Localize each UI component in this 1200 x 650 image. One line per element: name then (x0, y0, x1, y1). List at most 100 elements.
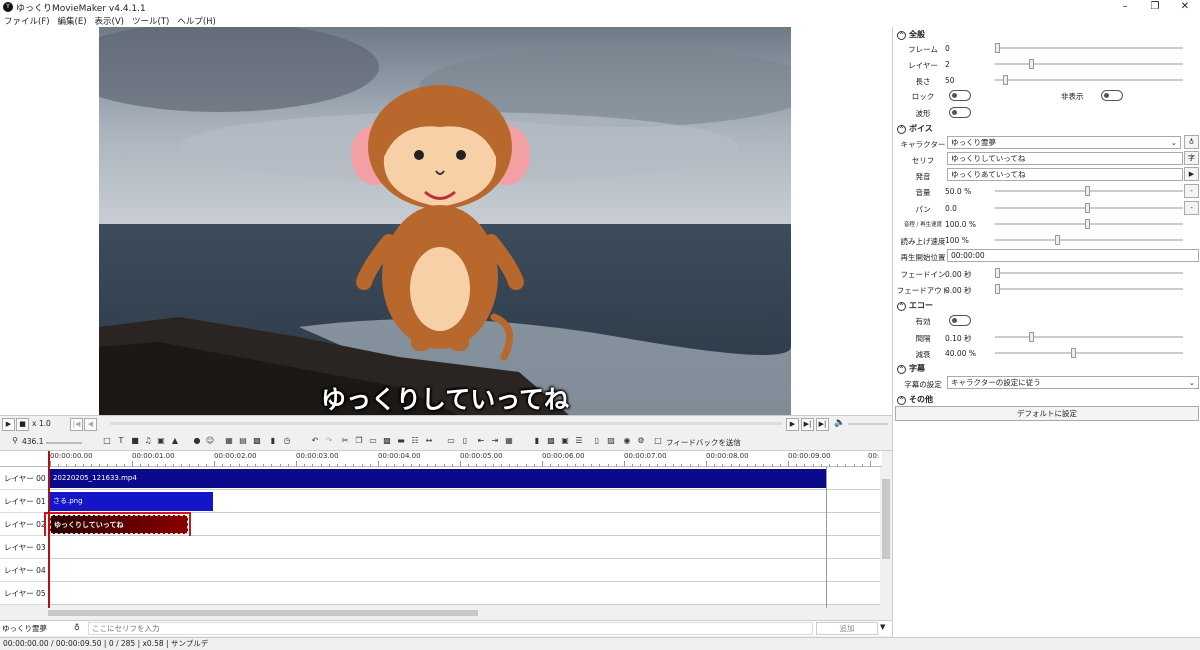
chevron-up-icon[interactable]: ^ (897, 125, 906, 134)
timeline-ruler[interactable]: 00:00:00.00 00:00:01.00 00:00:02.00 00:0… (48, 451, 882, 467)
chevron-up-icon[interactable]: ^ (897, 365, 906, 374)
effect-item-icon[interactable]: ▩ (252, 436, 262, 446)
cut-icon[interactable]: ✂ (340, 436, 350, 446)
video-item-icon[interactable]: ■ (130, 436, 140, 446)
lock-toggle[interactable] (949, 90, 971, 101)
save-as-icon[interactable]: ▣ (560, 436, 570, 446)
audio-item-icon[interactable]: ♫ (143, 436, 153, 446)
fadein-slider[interactable] (995, 268, 1183, 278)
close-button[interactable]: ✕ (1170, 0, 1200, 14)
layer-row-00[interactable]: 20220205_121633.mp4 (48, 467, 882, 490)
timeline-hscroll[interactable] (48, 608, 880, 618)
clock-icon[interactable]: ◷ (282, 436, 292, 446)
stop-button[interactable]: ■ (16, 418, 29, 431)
lock-icon[interactable]: ☷ (410, 436, 420, 446)
move-right-icon[interactable]: ⇥ (490, 436, 500, 446)
section-voice[interactable]: ^ ボイス (897, 123, 933, 134)
chevron-down-icon[interactable]: ▼ (880, 623, 885, 631)
pan-reset-button[interactable]: - (1184, 201, 1199, 215)
layer-row-03[interactable] (48, 536, 882, 559)
move-left-icon[interactable]: ⇤ (476, 436, 486, 446)
end-button[interactable]: ▶| (816, 418, 829, 431)
save-icon[interactable]: ▮ (268, 436, 278, 446)
menu-view[interactable]: 表示(V) (95, 15, 124, 27)
pages-icon[interactable]: ▨ (606, 436, 616, 446)
wave-toggle[interactable] (949, 107, 971, 118)
dictionary-button[interactable]: 字 (1184, 151, 1199, 165)
frame-slider[interactable] (995, 43, 1183, 53)
layer-label-02[interactable]: レイヤー 02 (0, 513, 48, 536)
export-icon[interactable]: ▩ (546, 436, 556, 446)
layer-label-01[interactable]: レイヤー 01 (0, 490, 48, 513)
minimize-button[interactable]: – (1110, 0, 1140, 14)
camera-icon[interactable]: ◉ (622, 436, 632, 446)
length-slider[interactable] (995, 75, 1183, 85)
readspeed-slider[interactable] (995, 235, 1183, 245)
prev-frame-button[interactable]: |◀ (70, 418, 83, 431)
gear-icon[interactable]: ⚙ (636, 436, 646, 446)
paste-icon[interactable]: ▭ (368, 436, 378, 446)
text-item-icon[interactable]: T (116, 436, 126, 446)
layer-row-01[interactable]: さる.png (48, 490, 882, 513)
layer-slider[interactable] (995, 59, 1183, 69)
feedback-icon[interactable]: □ (653, 436, 663, 446)
character-select[interactable]: ゆっくり霊夢 (2, 623, 72, 635)
layer-label-05[interactable]: レイヤー 05 (0, 582, 48, 605)
fadeout-slider[interactable] (995, 284, 1183, 294)
volume-reset-button[interactable]: - (1184, 184, 1199, 198)
person-icon[interactable]: ♁ (74, 623, 80, 632)
add-button[interactable]: 追加 (816, 622, 878, 635)
redo-icon[interactable]: ↷ (324, 436, 334, 446)
image-clip[interactable]: さる.png (50, 492, 213, 511)
subtitle-setting-dropdown[interactable]: キャラクターの設定に従う ⌄ (947, 376, 1199, 389)
file-icon[interactable]: ▮ (532, 436, 542, 446)
section-echo[interactable]: ^ エコー (897, 300, 933, 311)
timeline-vscroll[interactable] (880, 467, 892, 608)
step-back-button[interactable]: ◀ (84, 418, 97, 431)
shape-item-icon[interactable]: ▲ (170, 436, 180, 446)
voice-item-icon[interactable]: □ (102, 436, 112, 446)
menu-edit[interactable]: 編集(E) (58, 15, 87, 27)
next-frame-button[interactable]: ▶| (801, 418, 814, 431)
image-item-icon[interactable]: ▣ (156, 436, 166, 446)
chevron-up-icon[interactable]: ^ (897, 302, 906, 311)
default-settings-button[interactable]: デフォルトに設定 (895, 406, 1199, 421)
undo-icon[interactable]: ↶ (310, 436, 320, 446)
layer-label-04[interactable]: レイヤー 04 (0, 559, 48, 582)
pan-slider[interactable] (995, 203, 1183, 213)
chevron-up-icon[interactable]: ^ (897, 396, 906, 405)
hidden-toggle[interactable] (1101, 90, 1123, 101)
decay-slider[interactable] (995, 348, 1183, 358)
person-button[interactable]: ♁ (1184, 135, 1199, 149)
serif-input[interactable] (88, 622, 813, 635)
zoom-slider[interactable] (46, 442, 82, 444)
align-icon[interactable]: ↔ (424, 436, 434, 446)
volume-slider[interactable] (995, 186, 1183, 196)
echo-enable-toggle[interactable] (949, 315, 971, 326)
layer-row-04[interactable] (48, 559, 882, 582)
speed-select[interactable]: x 1.0 (32, 419, 51, 428)
layer-row-05[interactable] (48, 582, 882, 605)
pitch-slider[interactable] (995, 219, 1183, 229)
feedback-label[interactable]: フィードバックを送信 (666, 437, 741, 448)
layer-label-00[interactable]: レイヤー 00 (0, 467, 48, 490)
character-dropdown[interactable]: ゆっくり霊夢 ⌄ (947, 136, 1181, 149)
menu-help[interactable]: ヘルプ(H) (177, 15, 216, 27)
copy-icon[interactable]: ❐ (354, 436, 364, 446)
face-item-icon[interactable]: ☺ (205, 436, 215, 446)
playhead[interactable] (48, 451, 50, 608)
section-general[interactable]: ^ 全般 (897, 29, 925, 40)
list-icon[interactable]: ☰ (574, 436, 584, 446)
interval-slider[interactable] (995, 332, 1183, 342)
maximize-button[interactable]: ❐ (1140, 0, 1170, 14)
section-other[interactable]: ^ その他 (897, 394, 933, 405)
layer-label-03[interactable]: レイヤー 03 (0, 536, 48, 559)
play-voice-button[interactable]: ▶ (1184, 167, 1199, 181)
seek-bar[interactable] (110, 422, 782, 425)
group-item-icon[interactable]: ▤ (238, 436, 248, 446)
play-button[interactable]: ▶ (2, 418, 15, 431)
menu-tool[interactable]: ツール(T) (132, 15, 169, 27)
serif-field[interactable]: ゆっくりしていってね (947, 152, 1183, 165)
split-icon[interactable]: ▯ (460, 436, 470, 446)
video-preview[interactable] (99, 27, 791, 415)
